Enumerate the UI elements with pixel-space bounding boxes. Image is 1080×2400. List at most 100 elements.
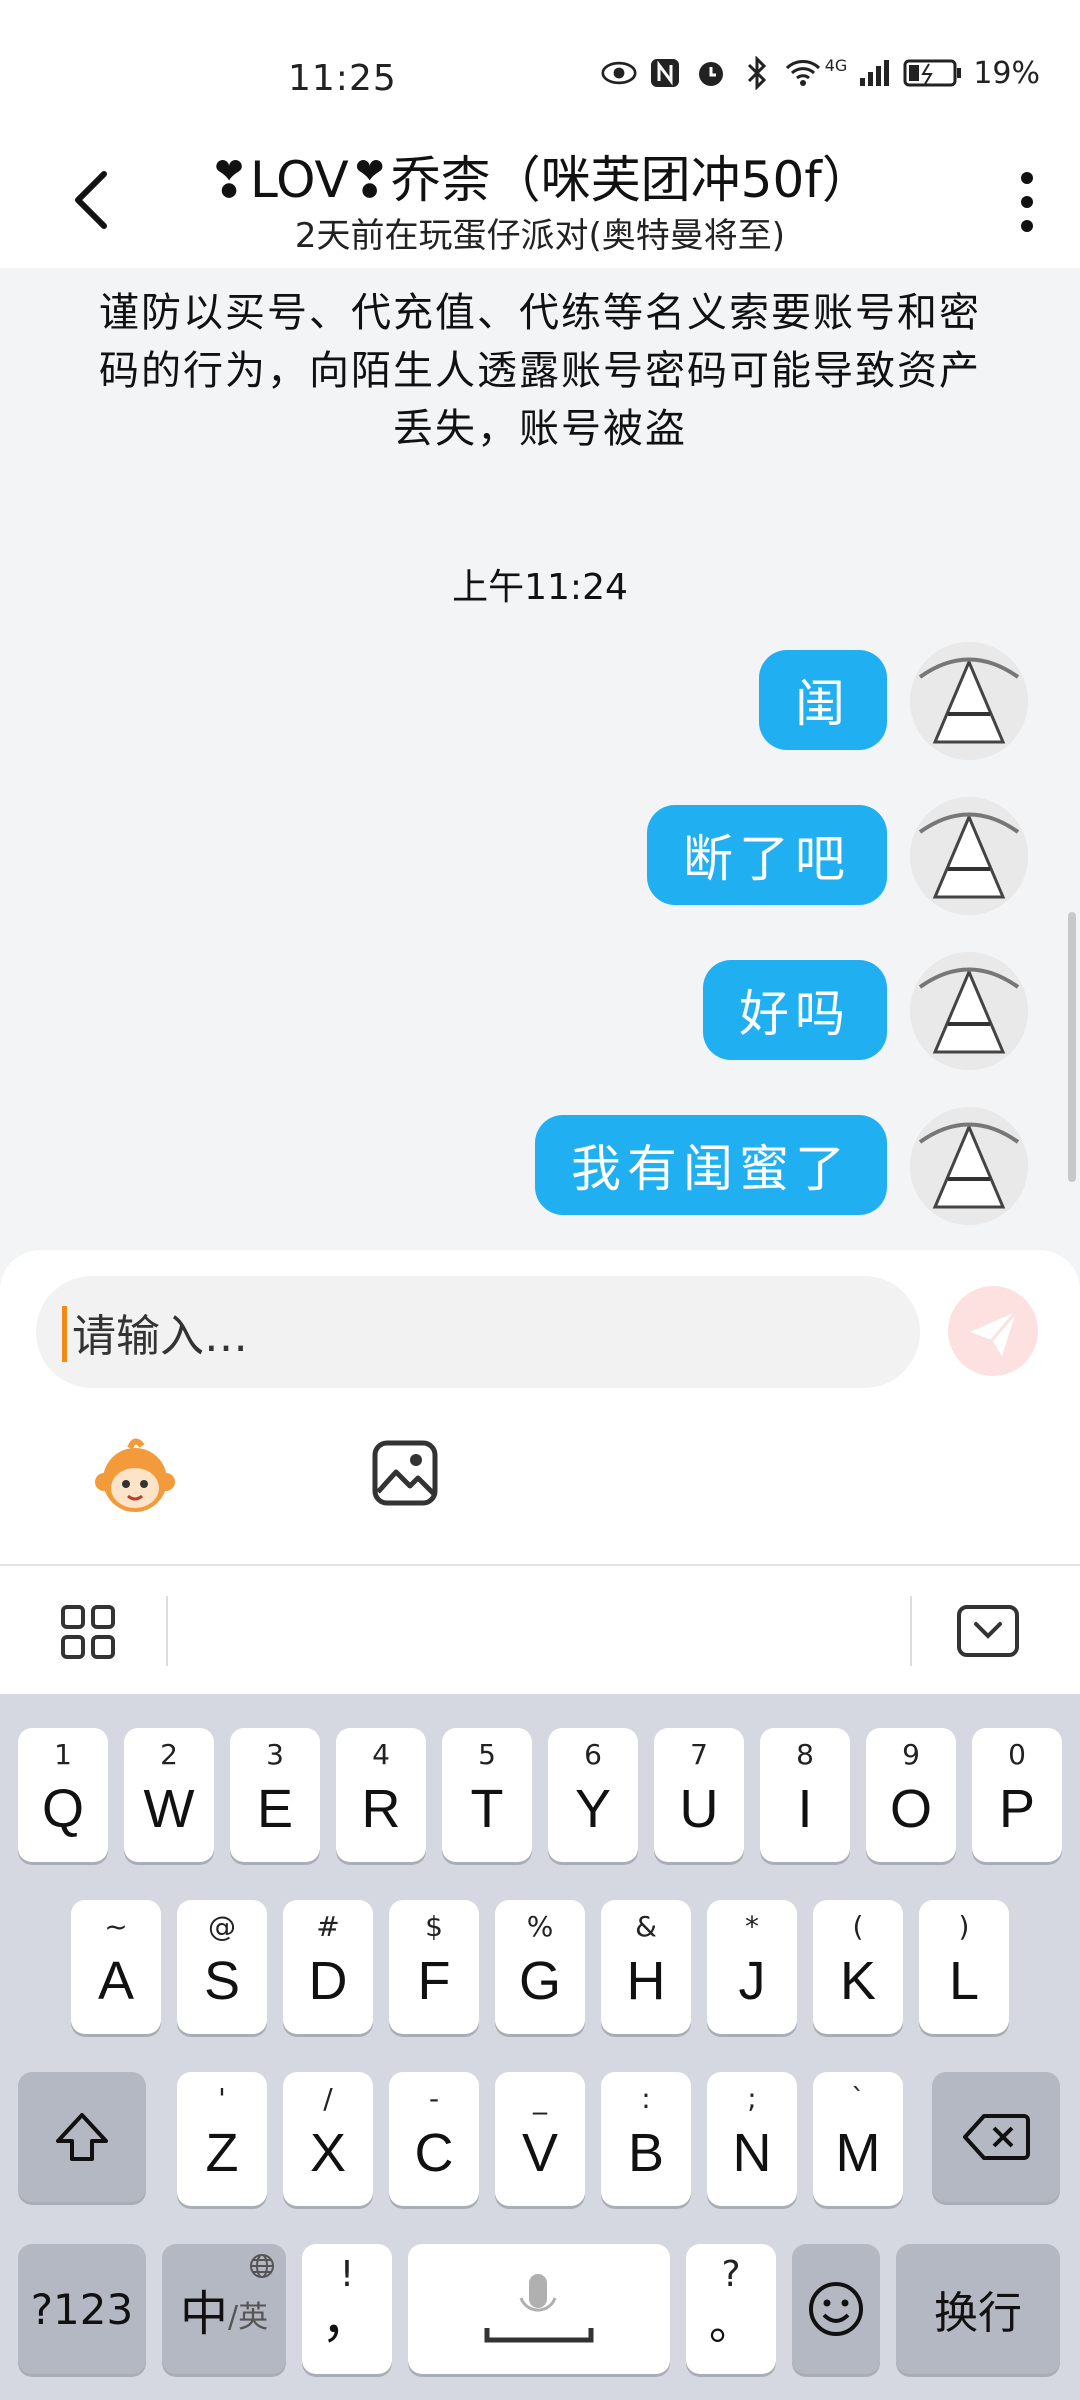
- key-primary-label: P: [998, 1779, 1036, 1839]
- key-h[interactable]: & H: [601, 1900, 691, 2034]
- keyboard-menu-button[interactable]: [60, 1604, 116, 1660]
- send-button[interactable]: [948, 1286, 1038, 1376]
- message-timestamp: 上午11:24: [452, 567, 628, 608]
- symbols-key[interactable]: ?123: [18, 2244, 146, 2374]
- key-c[interactable]: -C: [389, 2072, 479, 2206]
- key-primary-label: X: [309, 2123, 347, 2183]
- chat-title: ❣LOV❣乔柰（咪芙团冲50f）: [208, 151, 872, 209]
- lang-main: 中: [180, 2286, 229, 2342]
- avatar[interactable]: [910, 642, 1028, 760]
- key-f[interactable]: $ F: [389, 1900, 479, 2034]
- key-x[interactable]: / X: [283, 2072, 373, 2206]
- key-primary-label: Z: [205, 2123, 239, 2183]
- key-r[interactable]: 4R: [336, 1728, 426, 1862]
- key-b[interactable]: :B: [601, 2072, 691, 2206]
- avatar[interactable]: [910, 952, 1028, 1070]
- image-button[interactable]: [370, 1438, 440, 1508]
- microphone-icon: [484, 2274, 594, 2343]
- toolbar-divider: [910, 1596, 912, 1666]
- key-w[interactable]: 2W: [124, 1728, 214, 1862]
- key-secondary-label: 0: [1008, 1738, 1026, 1771]
- battery-percent: 19%: [973, 55, 1040, 91]
- period-key[interactable]: ? 。: [686, 2244, 776, 2374]
- message-input[interactable]: 请输入…: [36, 1276, 920, 1388]
- key-primary-label: Q: [41, 1779, 84, 1839]
- key-q[interactable]: 1Q: [18, 1728, 108, 1862]
- more-options-button[interactable]: [992, 162, 1062, 242]
- key-a[interactable]: ~ A: [71, 1900, 161, 2034]
- enter-key[interactable]: 换行: [896, 2244, 1060, 2374]
- more-vertical-icon: [1021, 172, 1033, 232]
- message-bubble[interactable]: 断了吧: [647, 805, 887, 905]
- back-button[interactable]: [56, 160, 136, 240]
- backspace-key[interactable]: [932, 2072, 1060, 2202]
- key-primary-label: K: [839, 1951, 877, 2011]
- key-secondary-label: 4: [372, 1738, 390, 1771]
- key-v[interactable]: _ V: [495, 2072, 585, 2206]
- key-secondary-label: ;: [747, 2082, 757, 2115]
- key-primary-label: T: [470, 1779, 504, 1839]
- shift-key[interactable]: [18, 2072, 146, 2202]
- key-k[interactable]: (K: [813, 1900, 903, 2034]
- message-bubble[interactable]: 好吗: [703, 960, 887, 1060]
- key-secondary-label: %: [526, 1910, 554, 1943]
- key-primary-label: S: [203, 1951, 241, 2011]
- space-key[interactable]: [408, 2244, 670, 2374]
- key-g[interactable]: % G: [495, 1900, 585, 2034]
- key-p[interactable]: 0P: [972, 1728, 1062, 1862]
- avatar[interactable]: [910, 797, 1028, 915]
- network-type: 4G: [824, 55, 848, 75]
- language-switch-key[interactable]: 中 /英: [162, 2244, 286, 2374]
- input-placeholder: 请输入…: [72, 1311, 248, 1362]
- shift-icon: [56, 2113, 108, 2161]
- key-y[interactable]: 6Y: [548, 1728, 638, 1862]
- key-primary-label: I: [797, 1779, 813, 1839]
- key-u[interactable]: 7U: [654, 1728, 744, 1862]
- paper-plane-icon: [970, 1311, 1018, 1356]
- key-secondary-label: @: [208, 1910, 236, 1943]
- key-primary-label: W: [143, 1779, 195, 1839]
- key-secondary-label: 1: [54, 1738, 72, 1771]
- key-s[interactable]: @ S: [177, 1900, 267, 2034]
- hide-keyboard-button[interactable]: [956, 1604, 1020, 1658]
- globe-icon: [250, 2254, 274, 2278]
- comma-key[interactable]: ! ，: [302, 2244, 392, 2374]
- emoji-key[interactable]: [792, 2244, 880, 2374]
- key-t[interactable]: 5T: [442, 1728, 532, 1862]
- battery-icon: [903, 55, 963, 91]
- keyboard-toolbar: [0, 1564, 1080, 1696]
- key-i[interactable]: 8I: [760, 1728, 850, 1862]
- key-secondary-label: -: [428, 2082, 440, 2115]
- key-secondary-label: `: [851, 2082, 865, 2115]
- key-primary-label: O: [889, 1779, 932, 1839]
- key-secondary-label: 5: [478, 1738, 496, 1771]
- message-input-panel: 请输入…: [0, 1250, 1080, 1564]
- message-bubble[interactable]: 闺: [759, 650, 887, 750]
- key-o[interactable]: 9O: [866, 1728, 956, 1862]
- key-n[interactable]: ; N: [707, 2072, 797, 2206]
- key-primary-label: N: [732, 2123, 772, 2183]
- key-l[interactable]: ) L: [919, 1900, 1009, 2034]
- message-bubble[interactable]: 我有闺蜜了: [535, 1115, 887, 1215]
- key-j[interactable]: * J: [707, 1900, 797, 2034]
- key-secondary-label: ': [218, 2082, 226, 2115]
- key-secondary-label: 3: [266, 1738, 284, 1771]
- emoji-button[interactable]: [90, 1430, 180, 1520]
- key-primary-label: M: [835, 2123, 881, 2183]
- key-m[interactable]: ` M: [813, 2072, 903, 2206]
- key-e[interactable]: 3E: [230, 1728, 320, 1862]
- status-bar: 11:25 4G 19%: [0, 0, 1080, 130]
- toolbar-divider: [166, 1596, 168, 1666]
- key-secondary-label: #: [316, 1910, 340, 1943]
- key-secondary-label: (: [852, 1910, 864, 1943]
- keyboard: 1Q2W3E4R5T6Y7U8I9O0P ~ A @ S # D $ F% G & H * J(K) L …: [0, 1694, 1080, 2400]
- chat-scrollbar[interactable]: [1068, 912, 1076, 1182]
- key-z[interactable]: ' Z: [177, 2072, 267, 2206]
- chat-area[interactable]: 谨防以买号、代充值、代练等名义索要账号和密码的行为，向陌生人透露账号密码可能导致…: [0, 268, 1080, 1248]
- alarm-icon: [693, 55, 729, 91]
- key-secondary-label: /: [323, 2082, 333, 2115]
- key-d[interactable]: # D: [283, 1900, 373, 2034]
- message-row: 闺: [0, 642, 1080, 780]
- avatar[interactable]: [910, 1107, 1028, 1225]
- eye-icon: [601, 55, 637, 91]
